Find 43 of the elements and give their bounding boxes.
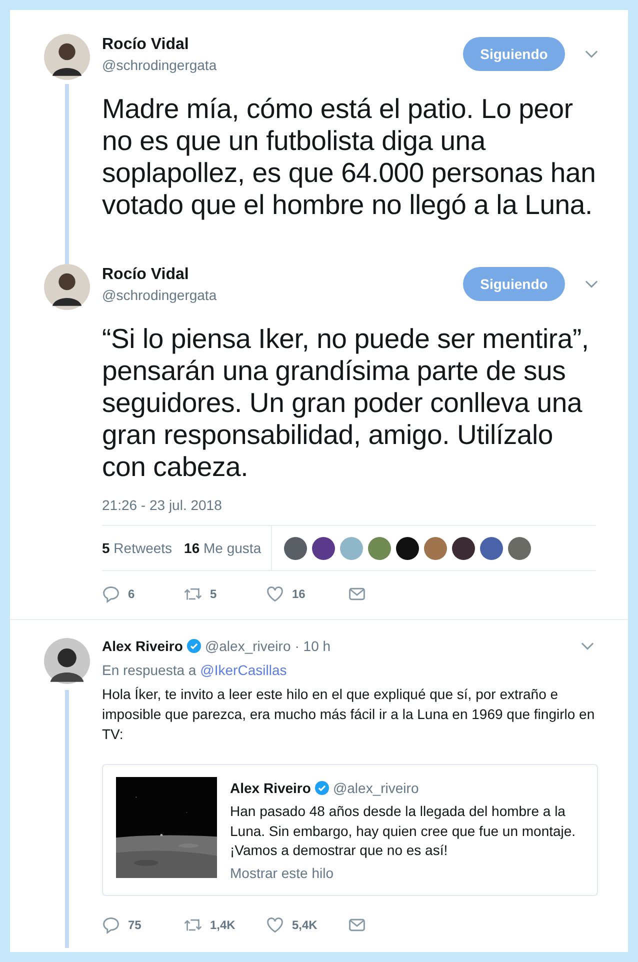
- action-count: 5: [210, 587, 217, 601]
- tweet-text: “Si lo piensa Iker, no puede ser mentira”, pensarán una grandísima parte de sus seguidores. Un gran poder conlleva una gran responsabilidad, amigo. Utilízalo con cabeza.: [102, 323, 590, 483]
- reply-icon[interactable]: [102, 916, 120, 934]
- author-name[interactable]: Rocío Vidal: [102, 34, 463, 54]
- liker-avatar[interactable]: [284, 536, 308, 560]
- liker-avatar[interactable]: [452, 536, 476, 560]
- tweet-text: Madre mía, cómo está el patio. Lo peor no es que un futbolista diga una soplapollez, es que 64.000 personas han votado que el hombre no llegó a la Luna.: [102, 93, 597, 221]
- avatar-icon[interactable]: [44, 264, 90, 310]
- action-count: 16: [292, 587, 306, 601]
- action-count: 5,4K: [292, 918, 318, 932]
- author-name[interactable]: Rocío Vidal: [102, 264, 463, 284]
- liker-avatar[interactable]: [396, 536, 420, 560]
- in-reply-label: En respuesta a: [102, 662, 196, 678]
- tweet-text: Hola Íker, te invito a leer este hilo en el que expliqué que sí, por extraño e imposible que parezca, era mucho más fácil ir a la Luna en 1969 que fingirlo en TV:: [102, 685, 596, 744]
- quoted-text: Han pasado 48 años desde la llegada del hombre a la Luna. Sin embargo, hay quien cree que fue un montaje. ¡Vamos a demostrar que no es así!: [230, 802, 577, 860]
- stat-count[interactable]: 5 Retweets: [102, 540, 172, 556]
- liker-avatar[interactable]: [312, 536, 336, 560]
- author-name[interactable]: Alex Riveiro: [102, 638, 183, 654]
- mail-icon[interactable]: [348, 585, 366, 603]
- author-handle[interactable]: @schrodingergata: [102, 57, 463, 73]
- author-handle: @alex_riveiro: [332, 780, 419, 796]
- author-handle[interactable]: @alex_riveiro: [204, 638, 291, 654]
- following-button[interactable]: Siguiendo: [463, 36, 565, 70]
- reply-icon[interactable]: [102, 585, 120, 603]
- heart-icon[interactable]: [266, 585, 284, 603]
- action-count: 75: [128, 918, 142, 932]
- chevron-icon[interactable]: [581, 642, 594, 650]
- author-handle[interactable]: @schrodingergata: [102, 287, 463, 303]
- following-button[interactable]: Siguiendo: [463, 266, 565, 300]
- chevron-icon[interactable]: [585, 50, 598, 58]
- avatar-icon[interactable]: [44, 34, 90, 80]
- tweet-time: · 10 h: [294, 638, 331, 654]
- action-count: 6: [128, 587, 135, 601]
- action-count: 1,4K: [210, 918, 236, 932]
- quoted-tweet-card[interactable]: Alex Riveiro @alex_riveiro Han pasado 48 años desde la llegada del hombre a la Luna. Sin embargo, hay quien cree que fue un montaje. ¡Vamos a demostrar que no es así! Mostrar este hilo: [102, 764, 598, 896]
- chevron-icon[interactable]: [585, 280, 598, 288]
- stat-count[interactable]: 16 Me gusta: [184, 540, 262, 556]
- show-thread-link[interactable]: Mostrar este hilo: [230, 864, 334, 880]
- tweet-timestamp: 21:26 - 23 jul. 2018: [102, 497, 223, 513]
- heart-icon[interactable]: [266, 916, 284, 934]
- avatar-icon[interactable]: [44, 638, 90, 684]
- mention-link[interactable]: @IkerCasillas: [200, 662, 287, 678]
- author-name: Alex Riveiro: [230, 780, 311, 796]
